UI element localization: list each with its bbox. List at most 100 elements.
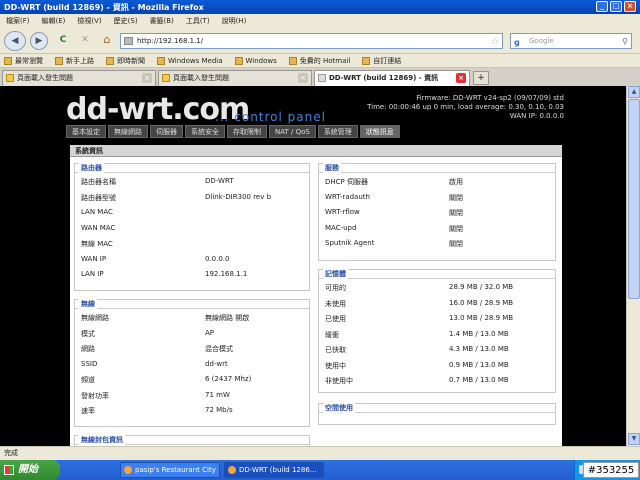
bookmark-page-icon (362, 56, 371, 65)
memory-row: 未使用 16.0 MB / 28.9 MB (325, 299, 561, 314)
menu-tools[interactable]: 工具(T) (180, 16, 216, 26)
tab-services[interactable]: 伺服器 (150, 125, 183, 138)
menu-edit[interactable]: 編輯(E) (36, 16, 72, 26)
bookmark-item[interactable]: 即時新聞 (102, 56, 145, 66)
tab-ddwrt[interactable]: DD-WRT (build 12869) - 資訊 × (314, 70, 470, 86)
menu-file[interactable]: 檔案(F) (0, 16, 36, 26)
tab-wireless[interactable]: 無線網路 (108, 125, 148, 138)
tab-status[interactable]: 狀態訊息 (359, 125, 400, 138)
tab-error-2[interactable]: 頁面載入發生問題 × (158, 70, 312, 86)
bookmark-item[interactable]: Windows (231, 56, 277, 65)
address-url: http://192.168.1.1/ (137, 37, 204, 45)
reload-icon[interactable]: C (54, 32, 72, 50)
window-titlebar: DD-WRT (build 12869) - 資訊 - Mozilla Fire… (0, 0, 640, 14)
bookmark-item[interactable]: Windows Media (153, 56, 223, 65)
bookmark-star-icon[interactable]: ☆ (491, 35, 499, 49)
watermark-id: #353255 (583, 462, 639, 478)
status-text: 完成 (4, 449, 18, 457)
wireless-value: 6 (2437 Mhz) (205, 375, 252, 383)
router-section: 路由器 路由器名稱 DD-WRT 路由器型號 Dlink-DIR300 rev b LA… (74, 163, 310, 291)
tab-close-icon[interactable]: × (298, 73, 308, 83)
scroll-thumb[interactable] (628, 99, 640, 299)
taskbar-item-ddwrt[interactable]: DD-WRT (build 1286... (224, 462, 324, 478)
router-label: 路由器名稱 (81, 178, 116, 186)
minimize-button[interactable]: _ (596, 1, 608, 12)
maximize-button[interactable]: □ (610, 1, 622, 12)
wireless-value: dd-wrt (205, 359, 228, 368)
wireless-legend: 無線 (79, 299, 97, 309)
wireless-row: 速率 72 Mb/s (81, 406, 315, 421)
wireless-label: 無線網路 (81, 314, 109, 322)
search-placeholder: Google (529, 37, 554, 45)
status-bar: 完成 (0, 446, 640, 460)
wireless-packets-legend: 無線封包資訊 (79, 435, 125, 445)
scroll-up-icon[interactable]: ▲ (628, 86, 640, 98)
back-icon[interactable]: ◀ (4, 31, 26, 51)
menu-bookmarks[interactable]: 書籤(B) (144, 16, 180, 26)
menu-view[interactable]: 檢視(V) (71, 16, 107, 26)
service-label: DHCP 伺服器 (325, 178, 368, 186)
close-window-button[interactable]: × (624, 1, 636, 12)
service-label: Sputnik Agent (325, 239, 375, 247)
scroll-down-icon[interactable]: ▼ (628, 433, 640, 445)
tab-administration[interactable]: 系統管理 (317, 125, 358, 138)
window-title: DD-WRT (build 12869) - 資訊 - Mozilla Fire… (4, 2, 204, 12)
memory-value: 16.0 MB / 28.9 MB (449, 298, 514, 307)
wireless-section: 無線 無線網路 無線網路 開啟 模式 AP 網路 混合模式 SSID dd-wrt 頻道 6 (2… (74, 299, 310, 427)
windows-flag-icon (4, 465, 14, 475)
router-value: Dlink-DIR300 rev b (205, 192, 272, 201)
service-row: WRT-radauth 關閉 (325, 193, 561, 208)
page-title: 系統資訊 (70, 145, 562, 157)
tab-close-icon[interactable]: × (456, 73, 466, 83)
service-label: WRT-rflow (325, 208, 360, 216)
tab-security[interactable]: 系統安全 (185, 125, 225, 138)
google-icon[interactable]: g (514, 36, 520, 50)
memory-label: 使用中 (325, 361, 346, 370)
new-tab-button[interactable]: + (473, 71, 489, 85)
vertical-scrollbar[interactable]: ▲ ▼ (626, 86, 640, 446)
wireless-row: 無線網路 無線網路 開啟 (81, 313, 315, 328)
wireless-label: 速率 (81, 407, 95, 415)
status-page: 系統資訊 路由器 路由器名稱 DD-WRT 路由器型號 Dlink-DIR300 re… (70, 145, 562, 446)
memory-value: 0.9 MB / 13.0 MB (449, 360, 509, 369)
tab-setup[interactable]: 基本設定 (66, 125, 106, 138)
router-row: WAN MAC (81, 224, 315, 239)
bookmark-item[interactable]: 最常瀏覽 (0, 56, 43, 66)
bookmark-item[interactable]: 自訂連結 (358, 56, 401, 66)
tab-error-1[interactable]: 頁面載入發生問題 × (2, 70, 156, 86)
search-input[interactable]: g Google ⚲ (510, 33, 632, 49)
memory-row: 非使用中 0.7 MB / 13.0 MB (325, 376, 561, 391)
uptime-text: Time: 00:00:46 up 0 min, load average: 0… (367, 103, 564, 111)
menu-help[interactable]: 說明(H) (216, 16, 253, 26)
bookmark-page-icon (157, 56, 165, 65)
router-label: LAN IP (81, 270, 104, 278)
warning-icon (6, 74, 14, 82)
service-row: Sputnik Agent 關閉 (325, 239, 561, 254)
tab-nat-qos[interactable]: NAT / QoS (269, 125, 316, 138)
home-icon[interactable]: ⌂ (98, 32, 116, 50)
start-button[interactable]: 開始 (0, 460, 60, 480)
address-bar[interactable]: http://192.168.1.1/ ☆ (120, 33, 503, 49)
forward-icon[interactable]: ▶ (30, 32, 48, 50)
search-icon[interactable]: ⚲ (622, 35, 628, 49)
tab-close-icon[interactable]: × (142, 73, 152, 83)
service-value: 關閉 (449, 193, 463, 202)
bookmark-item[interactable]: 免費的 Hotmail (285, 56, 350, 66)
tab-access-restrictions[interactable]: 存取限制 (227, 125, 267, 138)
navigation-toolbar: ◀ ▶ C ✕ ⌂ http://192.168.1.1/ ☆ g Google… (0, 28, 640, 54)
stop-icon[interactable]: ✕ (76, 32, 94, 50)
services-legend: 服務 (323, 163, 341, 173)
site-favicon-icon (124, 37, 133, 45)
menu-history[interactable]: 歷史(S) (108, 16, 144, 26)
page-viewport: dd-wrt.com ... control panel Firmware: D… (0, 86, 626, 446)
memory-value: 28.9 MB / 32.0 MB (449, 283, 514, 291)
service-row: MAC-upd 關閉 (325, 224, 561, 239)
taskbar-item-restaurant[interactable]: pasip's Restaurant City ... (120, 462, 220, 478)
wireless-value: 無線網路 開啟 (205, 314, 250, 322)
router-row: WAN IP 0.0.0.0 (81, 255, 315, 270)
bookmark-item[interactable]: 新手上路 (51, 56, 94, 66)
memory-row: 可用的 28.9 MB / 32.0 MB (325, 283, 561, 298)
router-label: 路由器型號 (81, 193, 116, 202)
memory-row: 使用中 0.9 MB / 13.0 MB (325, 361, 561, 376)
memory-section: 記憶體 可用的 28.9 MB / 32.0 MB 未使用 16.0 MB / 28.… (318, 269, 556, 393)
